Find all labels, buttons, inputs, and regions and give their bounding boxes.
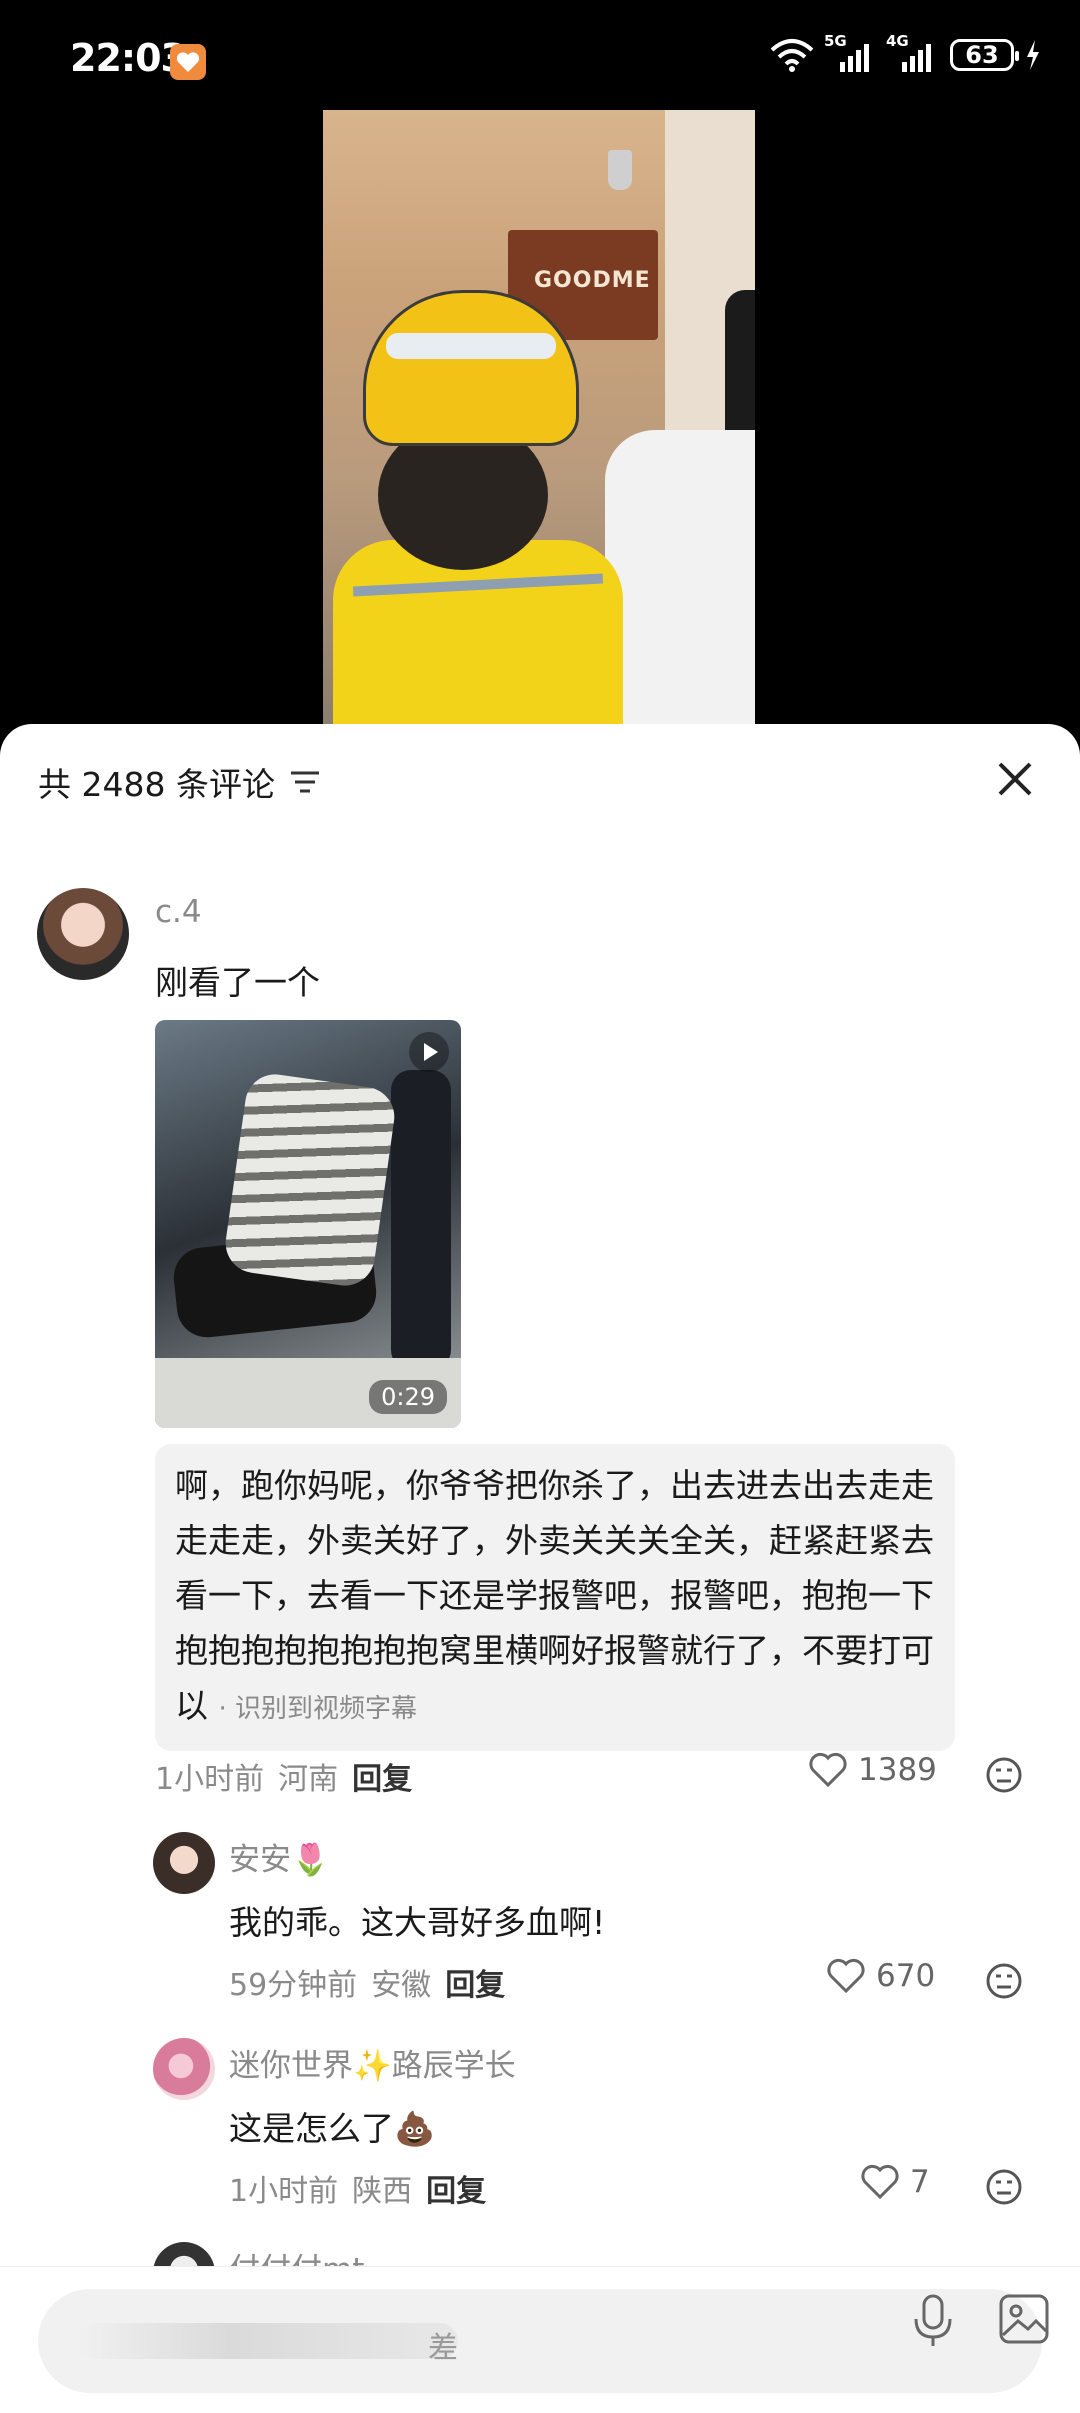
reply-button[interactable]: 回复 xyxy=(445,1960,505,2004)
video-player[interactable]: GOODME xyxy=(323,110,755,725)
video-subtitle-box: 啊，跑你妈呢，你爷爷把你杀了，出去进去出去走走走走走，外卖关好了，外卖关关关全关… xyxy=(155,1444,955,1751)
dislike-face-icon[interactable] xyxy=(985,2168,1023,2206)
play-icon[interactable] xyxy=(409,1032,449,1072)
like-button[interactable]: 7 xyxy=(860,2164,930,2200)
comment-meta: 1小时前 陕西 回复 xyxy=(229,2166,486,2210)
close-icon[interactable] xyxy=(990,754,1040,804)
like-count: 1389 xyxy=(858,1752,937,1788)
sort-filter-icon[interactable] xyxy=(289,769,321,795)
comments-sheet: 共 2488 条评论 c.4 刚看了一个 0:29 啊，跑你妈呢，你爷爷把你杀了… xyxy=(0,724,1080,2412)
status-time: 22:03 xyxy=(70,36,187,80)
comment-input[interactable]: 差 xyxy=(38,2289,1042,2393)
like-button[interactable]: 670 xyxy=(826,1958,935,1994)
like-count: 7 xyxy=(910,2164,930,2200)
lamp xyxy=(608,150,632,190)
comment-username[interactable]: 安安🌷 xyxy=(229,1834,330,1879)
battery-level: 63 xyxy=(965,41,999,69)
comment-time: 1小时前 xyxy=(155,1762,265,1797)
comment-location: 河南 xyxy=(278,1762,339,1797)
network-type-5g: 5G xyxy=(824,32,847,50)
dislike-face-icon[interactable] xyxy=(985,1756,1023,1794)
comment-text: 这是怎么了💩 xyxy=(229,2109,436,2148)
comment-video-thumbnail[interactable]: 0:29 xyxy=(155,1020,461,1428)
comment-username[interactable]: c.4 xyxy=(155,894,202,930)
subtitle-text: 啊，跑你妈呢，你爷爷把你杀了，出去进去出去走走走走走，外卖关好了，外卖关关关全关… xyxy=(175,1466,934,1725)
app-heart-icon xyxy=(170,44,206,80)
like-button[interactable]: 1389 xyxy=(808,1752,937,1788)
heart-icon xyxy=(809,1752,847,1788)
like-count: 670 xyxy=(876,1958,936,1994)
cellular-signal-4g-icon: 4G xyxy=(886,32,938,72)
video-duration: 0:29 xyxy=(369,1380,447,1414)
comment-text: 我的乖。这大哥好多血啊! xyxy=(229,1903,606,1942)
microphone-icon[interactable] xyxy=(911,2293,955,2349)
avatar[interactable] xyxy=(153,2038,215,2100)
heart-icon xyxy=(827,1958,865,1994)
comment-text: 刚看了一个 xyxy=(155,963,320,1002)
charging-icon xyxy=(1027,40,1039,70)
comment-input-placeholder: 差 xyxy=(78,2323,458,2366)
comment-input-bar: 差 xyxy=(0,2266,1080,2413)
comment-meta: 1小时前 河南 回复 xyxy=(155,1754,412,1798)
comment-location: 陕西 xyxy=(352,2174,413,2209)
comments-count-title: 共 2488 条评论 xyxy=(38,765,275,804)
comment-time: 1小时前 xyxy=(229,2174,339,2209)
avatar[interactable] xyxy=(37,888,129,980)
image-icon[interactable] xyxy=(998,2293,1050,2345)
reply-button[interactable]: 回复 xyxy=(426,2166,486,2210)
reply-button[interactable]: 回复 xyxy=(352,1754,412,1798)
battery-icon: 63 xyxy=(950,39,1019,71)
avatar[interactable] xyxy=(153,1832,215,1894)
subtitle-source-label: · 识别到视频字幕 xyxy=(218,1694,418,1724)
dislike-face-icon[interactable] xyxy=(985,1962,1023,2000)
comment-location: 安徽 xyxy=(371,1968,432,2003)
wifi-icon xyxy=(770,39,814,72)
status-bar: 22:03 5G 4G 63 xyxy=(0,0,1080,120)
comments-header: 共 2488 条评论 xyxy=(38,758,321,806)
comment-username[interactable]: 迷你世界✨路辰学长 xyxy=(229,2040,516,2085)
heart-icon xyxy=(861,2164,899,2200)
network-type-4g: 4G xyxy=(886,32,909,50)
comment-time: 59分钟前 xyxy=(229,1968,358,2003)
person-white-shirt xyxy=(605,430,755,725)
comment-meta: 59分钟前 安徽 回复 xyxy=(229,1960,505,2004)
cellular-signal-5g-icon: 5G xyxy=(824,32,876,72)
